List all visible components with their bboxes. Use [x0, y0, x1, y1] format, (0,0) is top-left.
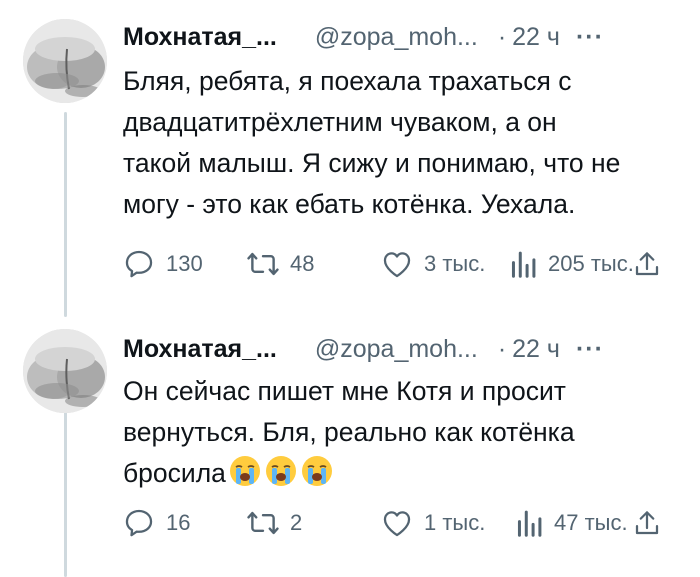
heart-icon: [380, 506, 414, 540]
views-chart-icon: [514, 506, 544, 540]
heart-icon: [380, 247, 414, 281]
author-handle[interactable]: @zopa_moh...: [315, 23, 478, 52]
tweet-text-line: могу - это как ебать котёнка. Уехала.: [123, 189, 576, 219]
tweet-text: Бляя, ребята, я поехала трахаться с двад…: [123, 61, 683, 225]
retweet-button[interactable]: 48: [246, 247, 314, 281]
tweet-text-line: бросила: [123, 453, 683, 500]
tweet[interactable]: Мохнатая_... @zopa_moh... · 22 ч ··· Он …: [0, 318, 700, 577]
more-options-icon[interactable]: ···: [576, 23, 604, 52]
share-button[interactable]: [632, 247, 662, 281]
like-count: 3 тыс.: [424, 251, 486, 276]
tweet-text-line: вернуться. Бля, реально как котёнка: [123, 417, 575, 447]
timestamp[interactable]: 22 ч: [512, 335, 560, 364]
tweet-text-line: двадцатитрёхлетним чуваком, а он: [123, 107, 557, 137]
retweet-button[interactable]: 2: [246, 506, 302, 540]
views-button[interactable]: 47 тыс.: [514, 506, 628, 540]
like-button[interactable]: 3 тыс.: [380, 247, 485, 281]
tweet-text-line: Он сейчас пишет мне Котя и просит: [123, 376, 566, 406]
loudly-crying-face-icon: [228, 454, 262, 500]
reply-icon: [122, 247, 156, 281]
views-count: 205 тыс.: [548, 251, 634, 276]
reply-button[interactable]: 16: [122, 506, 190, 540]
views-chart-icon: [508, 247, 538, 281]
author-name[interactable]: Мохнатая_...: [123, 23, 277, 52]
like-button[interactable]: 1 тыс.: [380, 506, 485, 540]
retweet-count: 2: [290, 510, 303, 535]
like-count: 1 тыс.: [424, 510, 486, 535]
retweet-icon: [246, 506, 280, 540]
reply-icon: [122, 506, 156, 540]
tweet-header: Мохнатая_... @zopa_moh... · 22 ч ···: [123, 334, 604, 364]
tweet-header: Мохнатая_... @zopa_moh... · 22 ч ···: [123, 22, 604, 52]
reply-count: 16: [166, 510, 191, 535]
retweet-count: 48: [290, 251, 315, 276]
loudly-crying-face-icon: [264, 454, 298, 500]
author-name[interactable]: Мохнатая_...: [123, 335, 277, 364]
retweet-icon: [246, 247, 280, 281]
tweet-text: Он сейчас пишет мне Котя и просит вернут…: [123, 371, 683, 500]
reply-button[interactable]: 130: [122, 247, 203, 281]
views-count: 47 тыс.: [554, 510, 628, 535]
loudly-crying-face-icon: [300, 454, 334, 500]
separator-dot: ·: [497, 334, 507, 363]
tweet-text-line: Бляя, ребята, я поехала трахаться с: [123, 66, 572, 96]
reply-count: 130: [166, 251, 203, 276]
separator-dot: ·: [497, 22, 507, 51]
tweet[interactable]: Мохнатая_... @zopa_moh... · 22 ч ··· Бля…: [0, 0, 700, 315]
tweet-text-line: такой малыш. Я сижу и понимаю, что не: [123, 148, 621, 178]
views-button[interactable]: 205 тыс.: [508, 247, 634, 281]
share-icon: [632, 247, 662, 281]
tweet-text-fragment: бросила: [123, 458, 226, 488]
more-options-icon[interactable]: ···: [576, 335, 604, 364]
avatar[interactable]: [23, 329, 107, 413]
author-handle[interactable]: @zopa_moh...: [315, 335, 478, 364]
avatar[interactable]: [23, 19, 107, 103]
share-button[interactable]: [632, 506, 662, 540]
share-icon: [632, 506, 662, 540]
timestamp[interactable]: 22 ч: [512, 23, 560, 52]
emoji-group: [228, 454, 334, 500]
